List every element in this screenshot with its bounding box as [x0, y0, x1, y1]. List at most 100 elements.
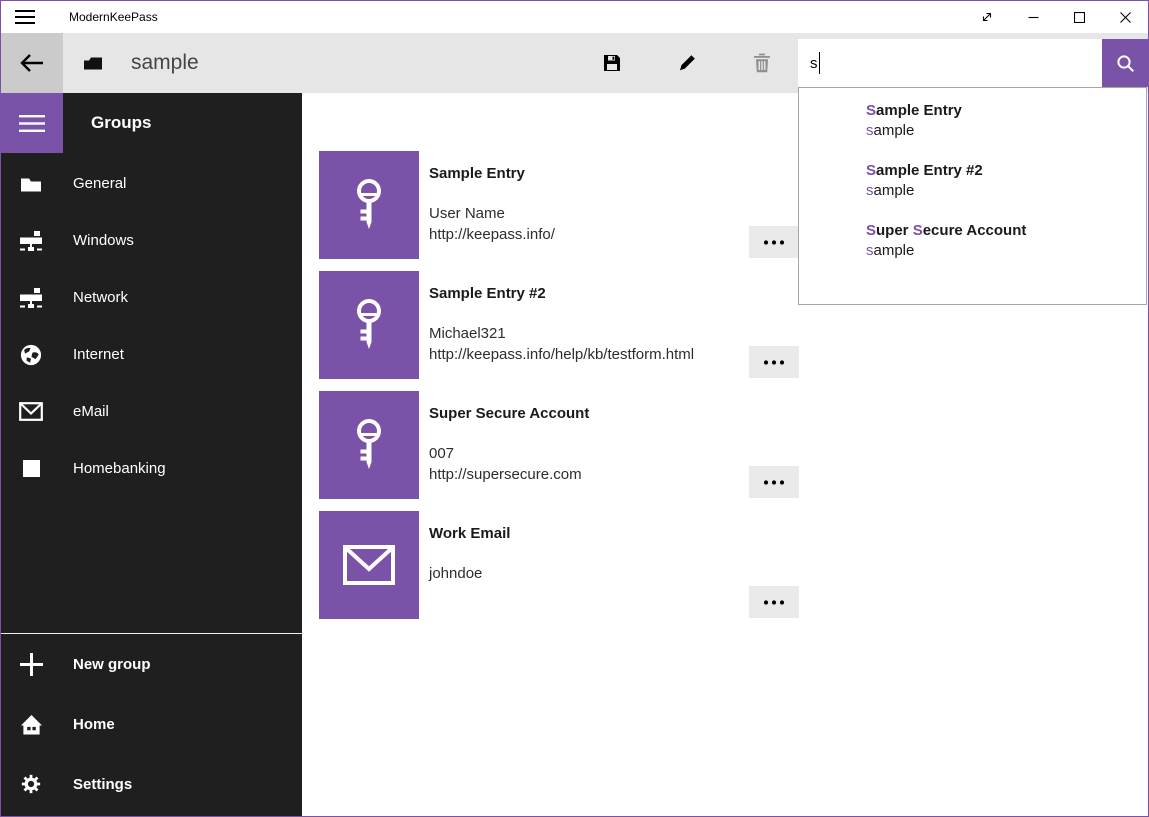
- entry-tile[interactable]: [319, 271, 419, 379]
- sidebar-item-label: General: [73, 175, 126, 192]
- more-button[interactable]: [749, 586, 799, 618]
- close-button[interactable]: [1102, 1, 1148, 33]
- entry-row[interactable]: Sample Entry User Name http://keepass.in…: [319, 151, 839, 259]
- entry-title: Sample Entry #2: [429, 285, 546, 302]
- minimize-icon: [1028, 12, 1039, 23]
- entry-row[interactable]: Work Email johndoe: [319, 511, 839, 619]
- groups-heading: Groups: [91, 93, 151, 153]
- envelope-icon: [19, 402, 43, 421]
- text-caret: [819, 52, 821, 74]
- search-input-value: s: [810, 55, 818, 72]
- sidebar-item-general[interactable]: General: [1, 155, 302, 212]
- search-input[interactable]: s: [798, 39, 1102, 87]
- sidebar-item-network[interactable]: Network: [1, 269, 302, 326]
- suggestion-item[interactable]: Super Secure Account sample: [866, 221, 1146, 261]
- sidebar-item-label: Internet: [73, 346, 124, 363]
- window-controls: [964, 1, 1148, 33]
- database-title: sample: [131, 33, 199, 93]
- suggestion-title: Sample Entry #2: [866, 161, 1146, 181]
- edit-button[interactable]: [667, 33, 707, 93]
- sidebar-item-internet[interactable]: Internet: [1, 326, 302, 383]
- close-icon: [1120, 12, 1131, 23]
- entry-title: Sample Entry: [429, 165, 525, 182]
- envelope-icon: [343, 545, 395, 585]
- network-icon: [19, 287, 43, 309]
- ellipsis-icon: [763, 600, 785, 605]
- more-button[interactable]: [749, 346, 799, 378]
- sidebar-item-label: Network: [73, 289, 128, 306]
- key-icon: [347, 298, 391, 352]
- pencil-icon: [677, 53, 697, 73]
- key-icon: [347, 178, 391, 232]
- new-group-button[interactable]: New group: [1, 634, 302, 694]
- gear-icon: [19, 773, 43, 795]
- suggestion-item[interactable]: Sample Entry sample: [866, 101, 1146, 141]
- sidebar-item-label: Homebanking: [73, 460, 166, 477]
- entry-url: http://supersecure.com: [429, 464, 582, 485]
- entry-title: Work Email: [429, 525, 510, 542]
- hamburger-icon: [19, 115, 45, 132]
- sidebar-item-homebanking[interactable]: Homebanking: [1, 440, 302, 497]
- settings-button[interactable]: Settings: [1, 754, 302, 814]
- home-icon: [19, 714, 43, 735]
- more-button[interactable]: [749, 466, 799, 498]
- suggestion-item[interactable]: Sample Entry #2 sample: [866, 161, 1146, 201]
- appbar: sample: [1, 33, 1148, 93]
- ellipsis-icon: [763, 480, 785, 485]
- network-icon: [19, 230, 43, 252]
- titlebar: ModernKeePass: [1, 1, 1148, 33]
- entry-row[interactable]: Sample Entry #2 Michael321 http://keepas…: [319, 271, 839, 379]
- suggestion-subtitle: sample: [866, 181, 1146, 201]
- trash-icon: [753, 53, 771, 73]
- back-button[interactable]: [1, 33, 63, 93]
- fullscreen-button[interactable]: [964, 1, 1010, 33]
- folder-icon: [19, 175, 43, 192]
- suggestion-title: Super Secure Account: [866, 221, 1146, 241]
- globe-icon: [19, 344, 43, 366]
- entry-username: Michael321: [429, 323, 694, 344]
- home-button[interactable]: Home: [1, 694, 302, 754]
- entry-details: johndoe: [429, 563, 482, 584]
- entry-tile[interactable]: [319, 511, 419, 619]
- sidebar-hamburger-button[interactable]: [1, 93, 63, 153]
- entry-details: User Name http://keepass.info/: [429, 203, 555, 245]
- sidebar-bottom: New group Home: [1, 633, 302, 814]
- maximize-icon: [1074, 12, 1085, 23]
- entry-tile[interactable]: [319, 151, 419, 259]
- sidebar-action-label: Home: [73, 716, 115, 733]
- hamburger-icon[interactable]: [14, 10, 36, 24]
- entry-url: http://keepass.info/: [429, 224, 555, 245]
- suggestion-subtitle: sample: [866, 121, 1146, 141]
- more-button[interactable]: [749, 226, 799, 258]
- entry-tile[interactable]: [319, 391, 419, 499]
- search-suggestions: Sample Entry sample Sample Entry #2 samp…: [798, 87, 1147, 305]
- ellipsis-icon: [763, 240, 785, 245]
- entry-username: User Name: [429, 203, 555, 224]
- database-icon: [83, 56, 103, 71]
- ellipsis-icon: [763, 360, 785, 365]
- fullscreen-icon: [980, 10, 994, 24]
- window-title: ModernKeePass: [69, 10, 158, 24]
- sidebar: Groups General Windows Network: [1, 93, 302, 816]
- minimize-button[interactable]: [1010, 1, 1056, 33]
- save-icon: [602, 53, 622, 73]
- plus-icon: [19, 653, 43, 676]
- entry-row[interactable]: Super Secure Account 007 http://supersec…: [319, 391, 839, 499]
- search-button[interactable]: [1102, 39, 1148, 87]
- entry-details: 007 http://supersecure.com: [429, 443, 582, 485]
- groups-list: General Windows Network: [1, 155, 302, 497]
- entry-username: johndoe: [429, 563, 482, 584]
- maximize-button[interactable]: [1056, 1, 1102, 33]
- sidebar-item-label: eMail: [73, 403, 109, 420]
- delete-button[interactable]: [742, 33, 782, 93]
- back-arrow-icon: [19, 53, 45, 73]
- entry-details: Michael321 http://keepass.info/help/kb/t…: [429, 323, 694, 365]
- sidebar-item-label: Windows: [73, 232, 134, 249]
- square-icon: [19, 460, 43, 477]
- save-button[interactable]: [592, 33, 632, 93]
- sidebar-item-email[interactable]: eMail: [1, 383, 302, 440]
- sidebar-action-label: New group: [73, 656, 151, 673]
- suggestion-title: Sample Entry: [866, 101, 1146, 121]
- sidebar-item-windows[interactable]: Windows: [1, 212, 302, 269]
- app-window: ModernKeePass: [0, 0, 1149, 817]
